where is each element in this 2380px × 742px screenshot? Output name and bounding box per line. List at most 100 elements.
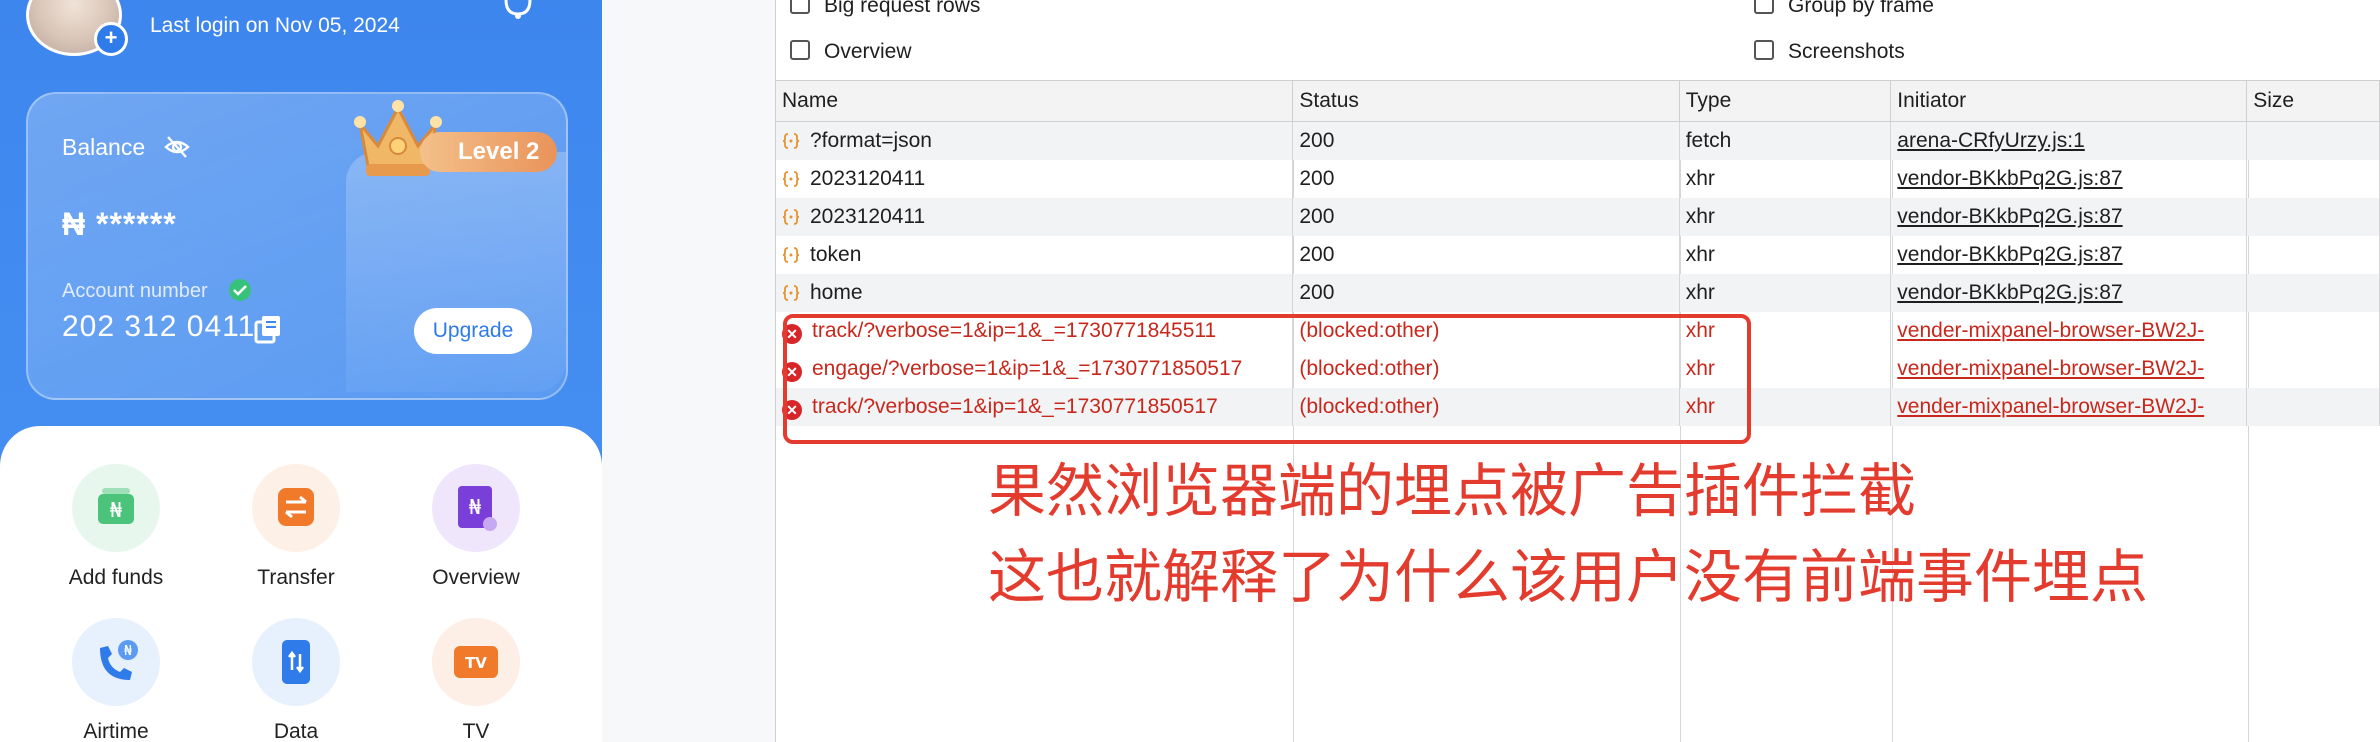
balance-card: Balance Level 2 ₦ ****** Account number … [26,92,568,400]
action-label: Airtime [83,720,149,742]
request-type: xhr [1679,236,1892,274]
column-header-size[interactable]: Size [2246,80,2380,122]
action-transfer[interactable]: Transfer [216,464,376,590]
initiator-link[interactable]: vender-mixpanel-browser-BW2J- [1897,357,2204,380]
svg-text:TV: TV [465,654,487,672]
action-airtime[interactable]: ₦ Airtime [36,618,196,742]
request-status: 200 [1292,121,1680,160]
checkbox[interactable] [790,0,810,14]
request-type: xhr [1679,198,1892,236]
request-status: 200 [1292,236,1680,274]
action-tv[interactable]: TV TV [396,618,556,742]
overview-option[interactable]: Overview [790,40,912,64]
request-size [2246,274,2380,312]
request-name: 2023120411 [810,167,926,190]
action-label: Transfer [257,566,335,589]
annotation-line-2: 这也就解释了为什么该用户没有前端事件埋点 [988,543,2149,611]
svg-text:₦: ₦ [124,644,133,659]
table-header-row: Name Status Type Initiator Size [776,80,2380,122]
action-label: Add funds [68,566,164,589]
column-header-status[interactable]: Status [1292,80,1680,122]
initiator-link[interactable]: vendor-BKkbPq2G.js:87 [1897,281,2122,304]
verified-check-icon [228,278,252,307]
column-header-type[interactable]: Type [1679,80,1892,122]
checkbox[interactable] [1754,40,1774,60]
column-header-name[interactable]: Name [776,80,1294,122]
request-name: token [810,243,862,266]
initiator-link[interactable]: vender-mixpanel-browser-BW2J- [1897,319,2204,342]
avatar-add-button[interactable]: + [94,22,128,56]
request-size [2246,198,2380,236]
request-status: 200 [1292,160,1680,198]
initiator-link[interactable]: arena-CRfyUrzy.js:1 [1897,129,2084,152]
initiator-link[interactable]: vendor-BKkbPq2G.js:87 [1897,205,2122,228]
action-add-funds[interactable]: ₦ Add funds [36,464,196,590]
action-label: Overview [432,566,520,589]
request-status: 200 [1292,274,1680,312]
checkbox[interactable] [790,40,810,60]
action-overview[interactable]: ₦ Overview [396,464,556,590]
json-file-icon [782,209,800,225]
table-row[interactable]: home 200 xhr vendor-BKkbPq2G.js:87 [776,274,2380,312]
tv-icon: TV [432,618,520,706]
option-label: Overview [824,40,912,63]
big-request-rows-option[interactable]: Big request rows [790,0,980,18]
json-file-icon [782,285,800,301]
action-label: Data [273,720,319,742]
balance-amount: ₦ ****** [62,206,177,242]
action-data[interactable]: Data [216,618,376,742]
request-name: home [810,281,863,304]
initiator-link[interactable]: vendor-BKkbPq2G.js:87 [1897,167,2122,190]
action-label: TV [462,720,490,742]
bell-icon[interactable] [500,0,536,25]
transfer-icon [252,464,340,552]
table-row[interactable]: 2023120411 200 xhr vendor-BKkbPq2G.js:87 [776,160,2380,198]
highlight-box [783,314,1751,444]
group-by-frame-option[interactable]: Group by frame [1754,0,1934,18]
option-label: Screenshots [1788,40,1905,63]
request-name: 2023120411 [810,205,926,228]
option-label: Group by frame [1788,0,1934,17]
request-type: xhr [1679,274,1892,312]
table-row[interactable]: 2023120411 200 xhr vendor-BKkbPq2G.js:87 [776,198,2380,236]
airtime-icon: ₦ [72,618,160,706]
checkbox[interactable] [1754,0,1774,14]
initiator-link[interactable]: vendor-BKkbPq2G.js:87 [1897,243,2122,266]
annotation-line-1: 果然浏览器端的埋点被广告插件拦截 [988,457,1917,525]
request-size [2246,236,2380,274]
option-label: Big request rows [824,0,981,17]
request-size [2246,160,2380,198]
card-decoration [346,152,566,392]
request-size [2246,312,2380,350]
request-status: 200 [1292,198,1680,236]
add-funds-icon: ₦ [72,464,160,552]
request-type: fetch [1679,121,1892,160]
json-file-icon [782,171,800,187]
account-number: 202 312 0411 [62,310,256,343]
svg-text:₦: ₦ [469,495,482,519]
copy-icon[interactable] [252,314,284,351]
eye-off-icon[interactable] [164,134,190,165]
balance-label: Balance [62,134,146,160]
request-size [2246,350,2380,388]
table-row[interactable]: ?format=json 200 fetch arena-CRfyUrzy.js… [776,121,2380,160]
request-name: ?format=json [810,129,932,152]
quick-actions: ₦ Add funds Transfer ₦ Overview ₦ Airtim… [0,426,602,742]
last-login-text: Last login on Nov 05, 2024 [150,14,400,37]
column-header-initiator[interactable]: Initiator [1890,80,2248,122]
level-badge[interactable]: Level 2 [420,132,558,172]
table-row[interactable]: token 200 xhr vendor-BKkbPq2G.js:87 [776,236,2380,274]
json-file-icon [782,133,800,149]
overview-icon: ₦ [432,464,520,552]
json-file-icon [782,247,800,263]
screenshots-option[interactable]: Screenshots [1754,40,1905,64]
svg-text:₦: ₦ [110,498,123,522]
request-size [2246,388,2380,426]
request-size [2246,121,2380,160]
request-type: xhr [1679,160,1892,198]
mobile-app-panel: + Last login on Nov 05, 2024 Balance Lev… [0,0,602,742]
account-number-label: Account number [62,280,208,302]
initiator-link[interactable]: vender-mixpanel-browser-BW2J- [1897,395,2204,418]
upgrade-button[interactable]: Upgrade [414,308,532,354]
data-icon [252,618,340,706]
